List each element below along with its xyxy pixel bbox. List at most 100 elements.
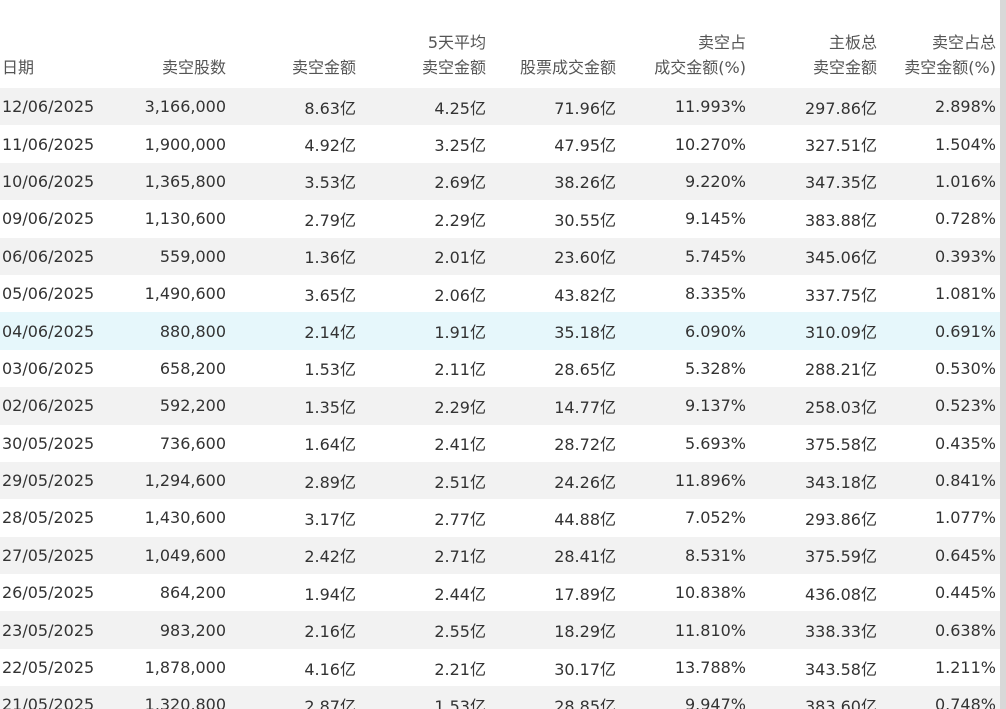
cell-short-amount-5day-avg: 2.41亿 [434, 435, 486, 455]
cell-short-amount-5day-avg: 2.77亿 [434, 509, 486, 529]
vertical-scrollbar[interactable] [1000, 0, 1006, 709]
cell-short-pct-total: 1.077% [934, 508, 996, 528]
table-row[interactable]: 28/05/2025 1,430,600 3.17亿 2.77亿 44.88亿 7.052… [0, 499, 1000, 537]
cell-date: 21/05/2025 [2, 695, 95, 709]
cell-date: 26/05/2025 [2, 583, 95, 603]
cell-short-amount: 2.42亿 [304, 547, 356, 567]
table-row[interactable]: 21/05/2025 1,320,800 2.87亿 1.53亿 28.85亿 9.947… [0, 686, 1000, 709]
cell-main-board-total-short: 310.09亿 [805, 323, 877, 343]
table-row[interactable]: 02/06/2025 592,200 1.35亿 2.29亿 14.77亿 9.137% 2… [0, 387, 1000, 425]
table-row[interactable]: 26/05/2025 864,200 1.94亿 2.44亿 17.89亿 10.838%… [0, 574, 1000, 612]
cell-main-board-total-short: 327.51亿 [805, 136, 877, 156]
cell-short-amount-5day-avg: 2.71亿 [434, 547, 486, 567]
cell-short-pct-total: 0.530% [934, 358, 996, 378]
cell-short-shares: 1,490,600 [144, 284, 226, 304]
table-row[interactable]: 30/05/2025 736,600 1.64亿 2.41亿 28.72亿 5.693% 3… [0, 424, 1000, 462]
cell-short-pct-turnover: 9.145% [684, 209, 746, 229]
cell-date: 06/06/2025 [2, 246, 95, 266]
column-header-turnover: 股票成交金额 [490, 0, 620, 88]
cell-short-amount-5day-avg: 2.55亿 [434, 622, 486, 642]
cell-main-board-total-short: 343.58亿 [805, 659, 877, 679]
table-row[interactable]: 10/06/2025 1,365,800 3.53亿 2.69亿 38.26亿 9.220… [0, 162, 1000, 201]
cell-short-amount: 2.87亿 [304, 696, 356, 709]
cell-short-amount: 1.35亿 [304, 397, 356, 417]
cell-turnover: 18.29亿 [554, 622, 616, 642]
cell-short-pct-total: 2.898% [934, 97, 996, 117]
cell-turnover: 28.72亿 [554, 435, 616, 455]
table-row[interactable]: 04/06/2025 880,800 2.14亿 1.91亿 35.18亿 6.090% 3… [0, 312, 1000, 350]
table-row[interactable]: 09/06/2025 1,130,600 2.79亿 2.29亿 30.55亿 9.145… [0, 200, 1000, 238]
table-row[interactable]: 29/05/2025 1,294,600 2.89亿 2.51亿 24.26亿 11.89… [0, 461, 1000, 500]
cell-turnover: 47.95亿 [554, 136, 616, 156]
table-row[interactable]: 27/05/2025 1,049,600 2.42亿 2.71亿 28.41亿 8.531… [0, 536, 1000, 575]
cell-short-pct-total: 0.393% [934, 246, 996, 266]
cell-short-pct-total: 0.435% [934, 433, 996, 453]
table-row[interactable]: 11/06/2025 1,900,000 4.92亿 3.25亿 47.95亿 10.27… [0, 125, 1000, 163]
cell-short-amount: 2.79亿 [304, 210, 356, 230]
cell-turnover: 17.89亿 [554, 584, 616, 604]
cell-main-board-total-short: 288.21亿 [805, 360, 877, 380]
table-row[interactable]: 12/06/2025 3,166,000 8.63亿 4.25亿 71.96亿 11.99… [0, 88, 1000, 126]
cell-date: 09/06/2025 [2, 209, 95, 229]
cell-short-pct-total: 1.016% [934, 171, 996, 191]
table-row[interactable]: 05/06/2025 1,490,600 3.65亿 2.06亿 43.82亿 8.335… [0, 274, 1000, 313]
cell-date: 05/06/2025 [2, 284, 95, 304]
header-row: 日期 卖空股数 卖空金额 5天平均 卖空金额 股票成交金额 卖空占 成交金额(%) 主板总 卖空金… [0, 0, 1000, 88]
cell-short-pct-total: 1.081% [934, 284, 996, 304]
column-header-label: 日期 [2, 58, 35, 77]
cell-short-amount: 3.53亿 [304, 173, 356, 193]
cell-date: 22/05/2025 [2, 658, 95, 678]
cell-short-amount-5day-avg: 2.11亿 [434, 360, 486, 380]
cell-short-amount-5day-avg: 2.44亿 [434, 584, 486, 604]
cell-short-pct-turnover: 9.137% [684, 396, 746, 416]
cell-short-amount-5day-avg: 2.51亿 [434, 472, 486, 492]
cell-short-amount: 8.63亿 [304, 98, 356, 118]
cell-main-board-total-short: 347.35亿 [805, 173, 877, 193]
cell-short-pct-total: 0.728% [934, 209, 996, 229]
cell-turnover: 35.18亿 [554, 323, 616, 343]
table-row[interactable]: 06/06/2025 559,000 1.36亿 2.01亿 23.60亿 5.745% 3… [0, 237, 1000, 275]
cell-date: 11/06/2025 [2, 134, 95, 154]
cell-short-amount-5day-avg: 2.69亿 [434, 173, 486, 193]
cell-date: 02/06/2025 [2, 396, 95, 416]
column-header-label: 卖空金额 [291, 58, 356, 77]
cell-short-shares: 1,049,600 [144, 545, 226, 565]
cell-date: 12/06/2025 [2, 97, 95, 117]
cell-short-amount: 2.14亿 [304, 323, 356, 343]
cell-short-amount-5day-avg: 2.29亿 [434, 397, 486, 417]
cell-short-pct-total: 0.523% [934, 396, 996, 416]
cell-short-pct-total: 0.748% [934, 695, 996, 709]
cell-main-board-total-short: 343.18亿 [805, 472, 877, 492]
cell-short-amount-5day-avg: 2.01亿 [434, 248, 486, 268]
cell-short-shares: 864,200 [159, 583, 226, 603]
cell-short-amount: 3.65亿 [304, 285, 356, 305]
column-header-short-amount: 卖空金额 [230, 0, 360, 88]
table-header: 日期 卖空股数 卖空金额 5天平均 卖空金额 股票成交金额 卖空占 成交金额(%) 主板总 卖空金… [0, 0, 1000, 88]
column-header-short-pct-total: 卖空占总 卖空金额(%) [881, 0, 1000, 88]
cell-short-shares: 592,200 [159, 396, 226, 416]
column-header-short-shares: 卖空股数 [97, 0, 230, 88]
table-row[interactable]: 23/05/2025 983,200 2.16亿 2.55亿 18.29亿 11.810%… [0, 611, 1000, 649]
column-header-short-pct-turnover: 卖空占 成交金额(%) [620, 0, 750, 88]
cell-turnover: 30.17亿 [554, 659, 616, 679]
cell-short-shares: 1,294,600 [144, 471, 226, 491]
cell-date: 27/05/2025 [2, 545, 95, 565]
table-row[interactable]: 22/05/2025 1,878,000 4.16亿 2.21亿 30.17亿 13.78… [0, 648, 1000, 687]
cell-short-pct-turnover: 11.810% [674, 620, 746, 640]
cell-short-shares: 880,800 [159, 321, 226, 341]
cell-turnover: 30.55亿 [554, 210, 616, 230]
cell-turnover: 23.60亿 [554, 248, 616, 268]
cell-short-amount: 2.89亿 [304, 472, 356, 492]
cell-turnover: 28.65亿 [554, 360, 616, 380]
cell-short-shares: 658,200 [159, 358, 226, 378]
cell-main-board-total-short: 375.58亿 [805, 435, 877, 455]
cell-short-amount: 1.94亿 [304, 584, 356, 604]
cell-main-board-total-short: 375.59亿 [805, 547, 877, 567]
cell-short-amount: 1.36亿 [304, 248, 356, 268]
cell-main-board-total-short: 345.06亿 [805, 248, 877, 268]
cell-main-board-total-short: 383.60亿 [805, 696, 877, 709]
cell-short-shares: 3,166,000 [144, 97, 226, 117]
cell-short-shares: 1,878,000 [144, 658, 226, 678]
cell-main-board-total-short: 436.08亿 [805, 584, 877, 604]
table-row[interactable]: 03/06/2025 658,200 1.53亿 2.11亿 28.65亿 5.328% 2… [0, 349, 1000, 388]
